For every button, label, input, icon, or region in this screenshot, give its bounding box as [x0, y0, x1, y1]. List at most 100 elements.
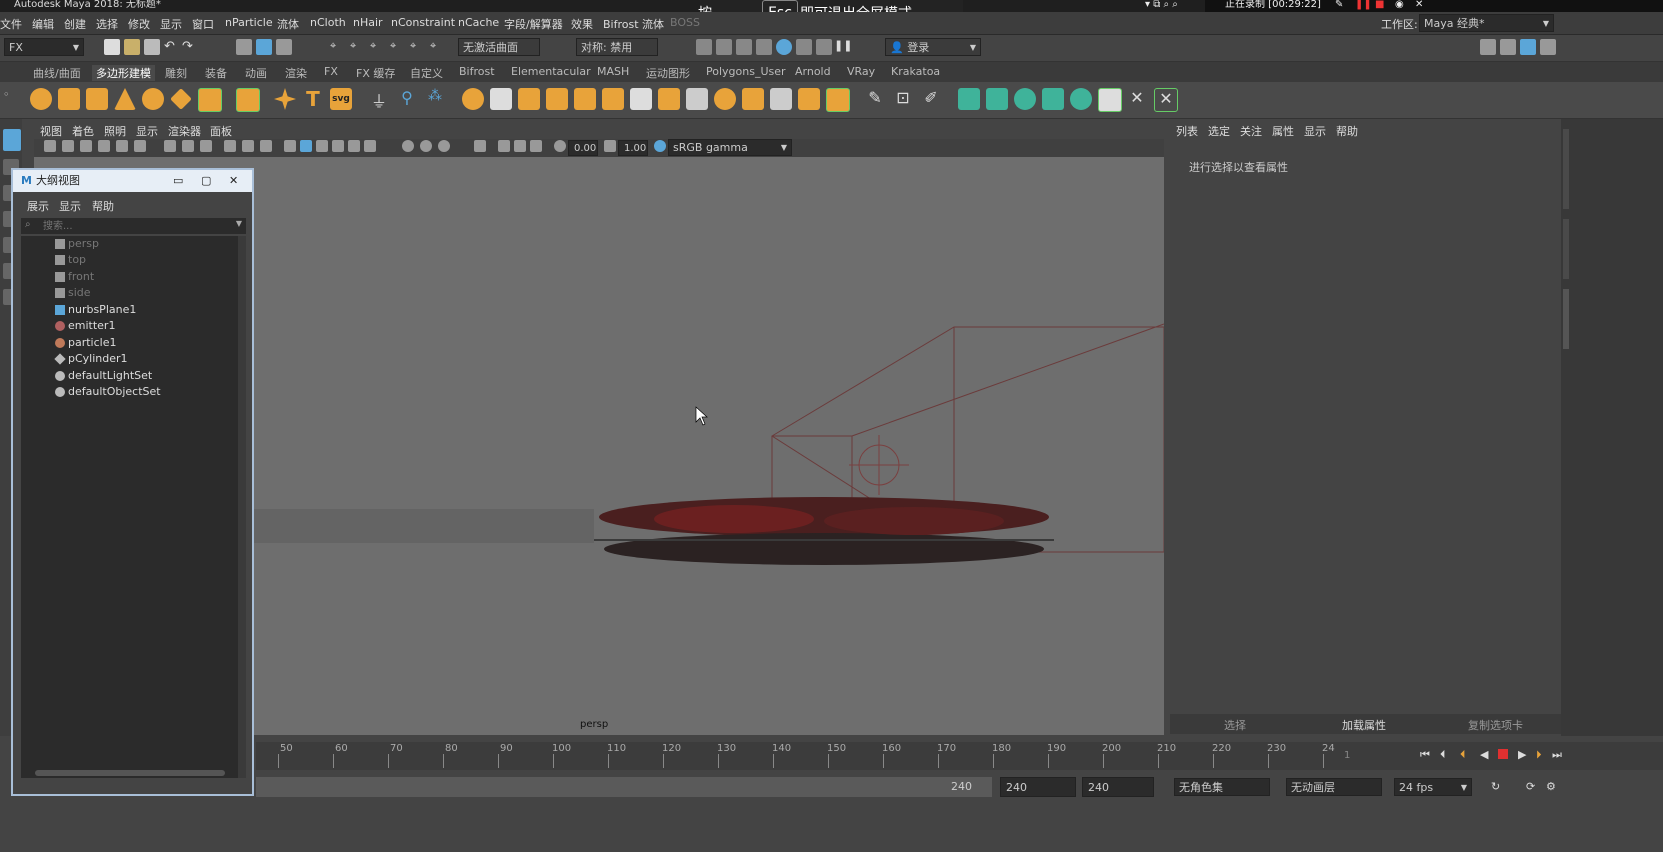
- outliner-menu-item[interactable]: 帮助: [92, 198, 114, 214]
- mirror-icon[interactable]: [518, 88, 540, 110]
- menu-item[interactable]: nHair: [353, 16, 383, 29]
- super-shape-icon[interactable]: [274, 88, 296, 110]
- bookmark-icon[interactable]: [98, 140, 110, 152]
- grid-icon[interactable]: [164, 140, 176, 152]
- shadows-icon[interactable]: [364, 140, 376, 152]
- camera-select-icon[interactable]: [44, 140, 56, 152]
- character-set-dropdown[interactable]: 无角色集: [1174, 778, 1270, 796]
- redo-icon[interactable]: ↷: [182, 39, 198, 55]
- recorder-pause-icon[interactable]: ❚❚: [1355, 0, 1372, 11]
- quadrangulate-icon[interactable]: [686, 88, 708, 110]
- tool-settings-icon[interactable]: [1540, 39, 1556, 55]
- recorder-stop-icon[interactable]: ■: [1375, 0, 1384, 11]
- minimize-icon[interactable]: ▭: [173, 170, 183, 192]
- login-dropdown[interactable]: 👤 登录 ▼: [885, 38, 981, 56]
- poly-cylinder-icon[interactable]: [86, 88, 108, 110]
- play-backward-icon[interactable]: ◀: [1480, 748, 1488, 761]
- nurbs-cube-icon[interactable]: [958, 88, 980, 110]
- select-tool-icon[interactable]: [3, 129, 21, 151]
- shelf-tab[interactable]: FX: [324, 65, 338, 78]
- camera-lock-icon[interactable]: [62, 140, 74, 152]
- gate-mask-icon[interactable]: [224, 140, 236, 152]
- light-editor-icon[interactable]: [816, 39, 832, 55]
- side-tab-modeling-toolkit[interactable]: [1563, 219, 1569, 279]
- motion-blur-icon[interactable]: [420, 140, 432, 152]
- viewport-menu-item[interactable]: 面板: [210, 123, 232, 139]
- menu-item[interactable]: 字段/解算器: [504, 16, 563, 32]
- outliner-item-side[interactable]: side: [21, 285, 246, 301]
- attribute-editor-toggle-icon[interactable]: [1520, 39, 1536, 55]
- snap-point-icon[interactable]: ⌖: [370, 39, 386, 55]
- new-scene-icon[interactable]: [104, 39, 120, 55]
- menu-item[interactable]: nCloth: [310, 16, 346, 29]
- auto-key-icon[interactable]: ⟳: [1526, 780, 1535, 793]
- menu-item[interactable]: nParticle: [225, 16, 273, 29]
- smooth-icon[interactable]: [546, 88, 568, 110]
- poly-disc-icon[interactable]: [198, 88, 222, 112]
- smooth-shade-icon[interactable]: [300, 140, 312, 152]
- menu-item[interactable]: 流体: [277, 16, 299, 32]
- wireframe-icon[interactable]: [284, 140, 296, 152]
- attr-menu-item[interactable]: 帮助: [1336, 123, 1358, 139]
- save-scene-icon[interactable]: [144, 39, 160, 55]
- colorspace-dropdown[interactable]: sRGB gamma ▼: [668, 139, 792, 156]
- menu-item[interactable]: 选择: [96, 16, 118, 32]
- menuset-dropdown[interactable]: FX ▼: [4, 38, 84, 56]
- render-frame-icon[interactable]: [696, 39, 712, 55]
- outliner-item-defaultobjectset[interactable]: defaultObjectSet: [21, 384, 246, 400]
- poly-cube-icon[interactable]: [58, 88, 80, 110]
- menu-item[interactable]: 窗口: [192, 16, 214, 32]
- shelf-tab-active[interactable]: 多边形建模: [92, 65, 155, 81]
- range-slider[interactable]: [256, 777, 992, 797]
- menu-item[interactable]: 修改: [128, 16, 150, 32]
- pause-viewport-icon[interactable]: ❚❚: [834, 39, 852, 55]
- resolution-gate-icon[interactable]: [200, 140, 212, 152]
- menu-item[interactable]: 创建: [64, 16, 86, 32]
- snap-surface-icon[interactable]: ⌖: [410, 39, 426, 55]
- select-object-icon[interactable]: [256, 39, 272, 55]
- poly-cone-icon[interactable]: [114, 88, 136, 110]
- viewport-menu-item[interactable]: 显示: [136, 123, 158, 139]
- outliner-item-emitter1[interactable]: emitter1: [21, 318, 246, 334]
- outliner-item-defaultlightset[interactable]: defaultLightSet: [21, 368, 246, 384]
- menu-item[interactable]: 编辑: [32, 16, 54, 32]
- load-attributes-button[interactable]: 加载属性: [1342, 717, 1386, 733]
- copy-tab-button[interactable]: 复制选项卡: [1468, 717, 1523, 733]
- shelf-tab[interactable]: VRay: [847, 65, 875, 78]
- shelf-tab[interactable]: FX 缓存: [356, 65, 395, 81]
- outliner-item-top[interactable]: top: [21, 252, 246, 268]
- shelf-tab[interactable]: 曲线/曲面: [33, 65, 81, 81]
- shelf-tab[interactable]: 运动图形: [646, 65, 690, 81]
- outliner-item-particle1[interactable]: particle1: [21, 335, 246, 351]
- textured-icon[interactable]: [332, 140, 344, 152]
- modeling-toolkit-icon[interactable]: [1480, 39, 1496, 55]
- viewport-menu-item[interactable]: 渲染器: [168, 123, 201, 139]
- gamma-field[interactable]: 1.00: [618, 140, 648, 156]
- xray-components-icon[interactable]: [530, 140, 542, 152]
- side-tab-channel-box[interactable]: [1563, 129, 1569, 209]
- snap-curve-icon[interactable]: ⌖: [350, 39, 366, 55]
- outliner-item-front[interactable]: front: [21, 269, 246, 285]
- outliner-menu-item[interactable]: 显示: [59, 198, 81, 214]
- viewport-menu-item[interactable]: 照明: [104, 123, 126, 139]
- xray-icon[interactable]: [498, 140, 510, 152]
- attr-menu-item[interactable]: 关注: [1240, 123, 1262, 139]
- bridge-icon[interactable]: ⁂: [424, 88, 446, 110]
- go-to-end-icon[interactable]: ⏭: [1552, 748, 1562, 762]
- uv-editor-icon[interactable]: [798, 88, 820, 110]
- anim-layer-dropdown[interactable]: 无动画层: [1286, 778, 1382, 796]
- shelf-tab[interactable]: Krakatoa: [891, 65, 940, 78]
- select-hierarchy-icon[interactable]: [236, 39, 252, 55]
- recorder-controls-icon[interactable]: ▾ ⧉ ⌕ ⌕: [1145, 0, 1178, 11]
- camera-attributes-icon[interactable]: [80, 140, 92, 152]
- play-forward-icon[interactable]: ▶: [1518, 748, 1526, 761]
- boolean-union-icon[interactable]: [714, 88, 736, 110]
- separate-icon[interactable]: [490, 88, 512, 110]
- stop-icon[interactable]: [1498, 749, 1508, 759]
- fill-hole-icon[interactable]: [630, 88, 652, 110]
- menu-item[interactable]: 显示: [160, 16, 182, 32]
- exposure-field[interactable]: 0.00: [568, 140, 598, 156]
- xray-joints-icon[interactable]: [514, 140, 526, 152]
- lattice-icon[interactable]: [1098, 88, 1122, 112]
- symmetry-dropdown[interactable]: 对称: 禁用: [576, 38, 658, 56]
